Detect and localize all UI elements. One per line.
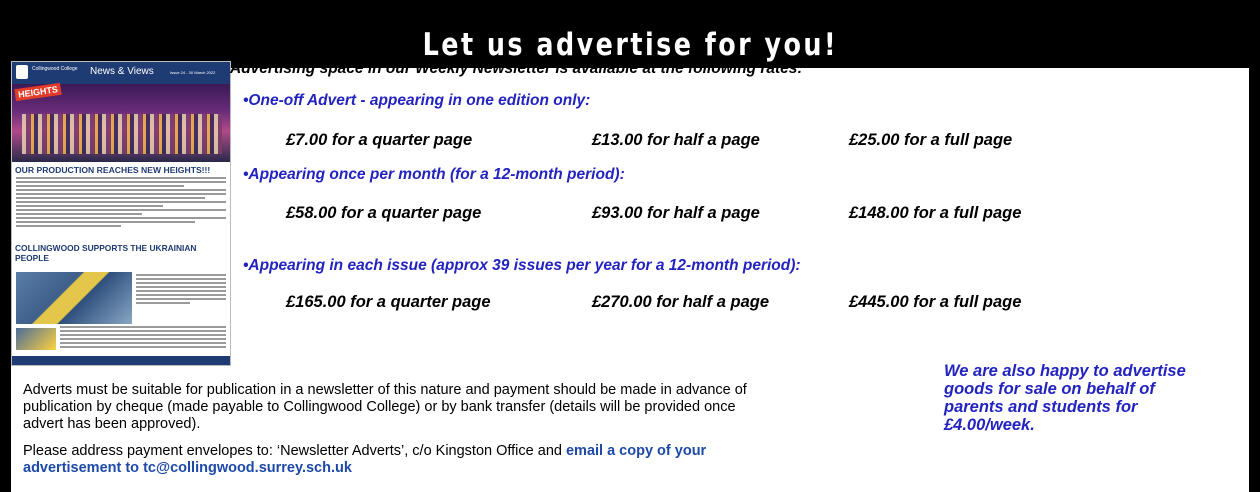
newsletter-headline-1: OUR PRODUCTION REACHES NEW HEIGHTS!!!: [15, 165, 211, 175]
terms-line-3: advert has been approved).: [23, 416, 201, 432]
price-one-off-full: £25.00 for a full page: [849, 131, 1013, 149]
terms-block: Adverts must be suitable for publication…: [23, 382, 747, 433]
newsletter-footer: [12, 356, 230, 365]
intro-text: Advertising space in our Weekly Newslett…: [230, 60, 803, 77]
volunteers-photo: [16, 328, 56, 350]
article-text-1: [16, 177, 226, 229]
terms-line-1: Adverts must be suitable for publication…: [23, 382, 747, 398]
school-crest-icon: [16, 65, 28, 79]
email-address-link[interactable]: advertisement to tc@collingwood.surrey.s…: [23, 460, 706, 477]
newsletter-thumbnail: Collingwood College News & Views Issue 2…: [11, 61, 231, 366]
newsletter-issue: Issue 24 - 30 March 2022: [170, 70, 216, 75]
price-one-off-half: £13.00 for half a page: [592, 131, 760, 149]
rate-heading-one-off: •One-off Advert - appearing in one editi…: [243, 92, 591, 109]
price-monthly-full: £148.00 for a full page: [849, 204, 1022, 222]
article-text-2: [136, 274, 226, 306]
newsletter-title: News & Views: [90, 66, 154, 77]
rate-heading-monthly: •Appearing once per month (for a 12-mont…: [243, 166, 625, 183]
terms-line-2: publication by cheque (made payable to C…: [23, 399, 736, 415]
price-monthly-half: £93.00 for half a page: [592, 204, 760, 222]
price-each-issue-quarter: £165.00 for a quarter page: [286, 293, 491, 311]
email-instruction: email a copy of your: [565, 443, 707, 459]
rate-heading-each-issue: •Appearing in each issue (approx 39 issu…: [243, 257, 801, 274]
price-each-issue-full: £445.00 for a full page: [849, 293, 1022, 311]
address-block: Please address payment envelopes to: ‘Ne…: [23, 443, 706, 477]
article-text-3: [60, 326, 226, 350]
address-text: Please address payment envelopes to: ‘Ne…: [23, 443, 566, 459]
newsletter-header: Collingwood College News & Views Issue 2…: [12, 62, 230, 84]
goods-for-sale-note: We are also happy to advertise goods for…: [944, 362, 1186, 434]
price-each-issue-half: £270.00 for half a page: [592, 293, 769, 311]
price-one-off-quarter: £7.00 for a quarter page: [286, 131, 473, 149]
ukraine-photo: [16, 272, 132, 324]
newsletter-headline-2: COLLINGWOOD SUPPORTS THE UKRAINIAN PEOPL…: [15, 243, 197, 263]
price-monthly-quarter: £58.00 for a quarter page: [286, 204, 482, 222]
newsletter-school: Collingwood College: [32, 66, 78, 72]
